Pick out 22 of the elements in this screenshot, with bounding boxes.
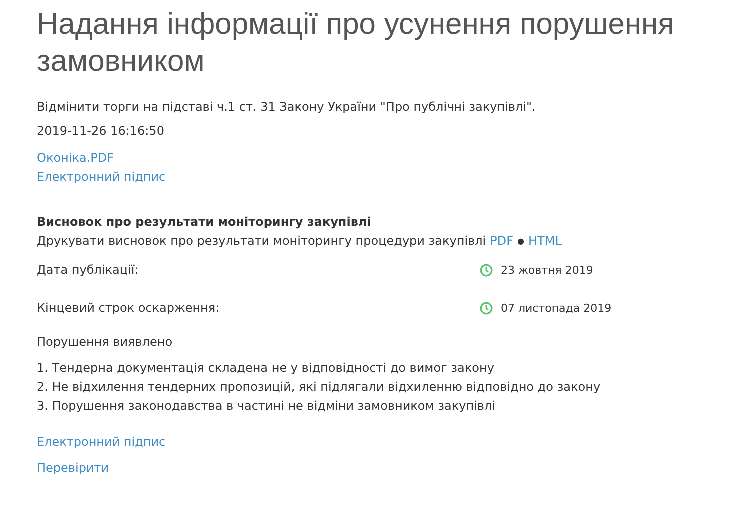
date-label: Кінцевий строк оскарження: (37, 301, 221, 315)
page-title: Надання інформації про усунення порушення замовником (37, 7, 676, 80)
violation-item: 2. Не відхилення тендерних пропозицій, які підлягали відхиленню відповідно до закону (37, 379, 602, 396)
print-text: Друкувати висновок про результати моніторингу процедури закупівлі (37, 233, 486, 250)
signature-link[interactable]: Електронний підпис (37, 433, 166, 452)
clock-icon (480, 302, 493, 314)
date-value: 07 листопада 2019 (501, 302, 612, 314)
date-label: Дата публікації: (37, 263, 140, 277)
pdf-link[interactable]: PDF (490, 232, 514, 251)
html-link[interactable]: HTML (528, 232, 562, 251)
violations-heading: Порушення виявлено (37, 334, 174, 351)
separator-dot: ● (518, 236, 524, 248)
document-link[interactable]: Електронний підпис (37, 168, 166, 187)
conclusion-heading: Висновок про результати моніторингу закупівлі (37, 214, 372, 231)
date-value: 23 жовтня 2019 (501, 264, 594, 276)
violation-item: 3. Порушення законодавства в частині не відміни замовником закупівлі (37, 398, 496, 415)
timestamp: 2019-11-26 16:16:50 (37, 123, 166, 140)
violation-item: 1. Тендерна документація складена не у відповідності до вимог закону (37, 360, 496, 377)
verify-link[interactable]: Перевірити (37, 459, 110, 478)
document-link[interactable]: Оконіка.PDF (37, 149, 114, 168)
description-text: Відмінити торги на підставі ч.1 ст. 31 Закону України "Про публічні закупівлі". (37, 99, 537, 116)
clock-icon (480, 264, 493, 276)
